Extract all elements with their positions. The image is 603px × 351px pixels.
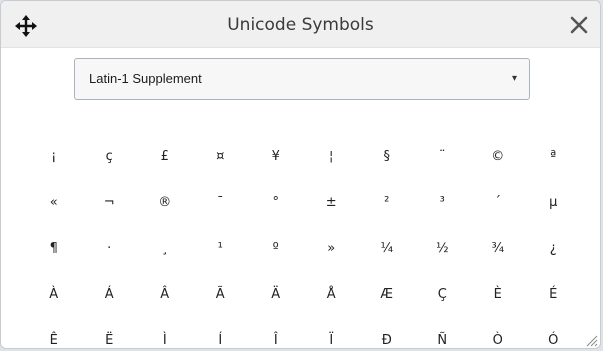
symbol-cell[interactable]: ¼	[359, 225, 415, 271]
symbol-cell[interactable]: ¡	[26, 133, 82, 179]
symbol-cell[interactable]: Ð	[359, 317, 415, 348]
symbol-cell[interactable]: Ò	[470, 317, 526, 348]
symbol-cell[interactable]: Å	[304, 271, 360, 317]
chevron-down-icon: ▾	[511, 73, 517, 84]
symbol-cell[interactable]: ¿	[526, 225, 582, 271]
symbol-cell[interactable]: Ã	[193, 271, 249, 317]
symbol-cell[interactable]: Ï	[304, 317, 360, 348]
symbol-cell[interactable]: Á	[82, 271, 138, 317]
symbol-cell[interactable]: Ê	[26, 317, 82, 348]
symbol-cell[interactable]: °	[248, 179, 304, 225]
symbol-cell[interactable]: ¨	[415, 133, 471, 179]
symbol-cell[interactable]: ¬	[82, 179, 138, 225]
symbol-cell[interactable]: »	[304, 225, 360, 271]
symbol-cell[interactable]: §	[359, 133, 415, 179]
symbol-cell[interactable]: ¸	[137, 225, 193, 271]
symbol-cell[interactable]: ¤	[193, 133, 249, 179]
symbol-cell[interactable]: Æ	[359, 271, 415, 317]
symbol-cell[interactable]: ½	[415, 225, 471, 271]
symbol-cell[interactable]: ¹	[193, 225, 249, 271]
dialog-title: Unicode Symbols	[227, 15, 374, 35]
symbol-grid: ¡ ç £ ¤ ¥ ¦ § ¨ © ª «¬ ® ¯ ° ± ² ³ ´ µ ¶ · ¸ ¹ º» ¼ ½ ¾ ¿ À Á Â Ã Ä Å Æ Ç È É…	[26, 133, 582, 348]
symbol-cell[interactable]: É	[526, 271, 582, 317]
symbol-cell[interactable]: ®	[137, 179, 193, 225]
symbol-cell[interactable]: Ñ	[415, 317, 471, 348]
resize-grip-icon[interactable]	[584, 332, 598, 347]
symbol-cell[interactable]: È	[470, 271, 526, 317]
symbol-cell[interactable]: Ì	[137, 317, 193, 348]
symbol-cell[interactable]: Î	[248, 317, 304, 348]
symbol-cell[interactable]: «	[26, 179, 82, 225]
symbol-cell[interactable]: ©	[470, 133, 526, 179]
unicode-block-select[interactable]: Latin-1 Supplement ▾	[74, 58, 530, 100]
symbol-cell[interactable]: Í	[193, 317, 249, 348]
symbol-cell[interactable]: Ó	[526, 317, 582, 348]
unicode-symbols-dialog: Unicode Symbols Latin-1 Supplement ▾ ¡ ç £…	[0, 0, 601, 349]
symbol-cell[interactable]: À	[26, 271, 82, 317]
symbol-cell[interactable]: Ë	[82, 317, 138, 348]
symbol-cell[interactable]: ·	[82, 225, 138, 271]
symbol-cell[interactable]: ç	[82, 133, 138, 179]
symbol-cell[interactable]: ²	[359, 179, 415, 225]
symbol-cell[interactable]: ¥	[248, 133, 304, 179]
symbol-cell[interactable]: Ç	[415, 271, 471, 317]
symbol-cell[interactable]: £	[137, 133, 193, 179]
symbol-cell[interactable]: ¶	[26, 225, 82, 271]
symbol-cell[interactable]: ³	[415, 179, 471, 225]
symbol-cell[interactable]: º	[248, 225, 304, 271]
dialog-titlebar[interactable]: Unicode Symbols	[1, 1, 600, 48]
symbol-cell[interactable]: µ	[526, 179, 582, 225]
symbol-cell[interactable]: ª	[526, 133, 582, 179]
symbol-cell[interactable]: Ä	[248, 271, 304, 317]
symbol-cell[interactable]: ¯	[193, 179, 249, 225]
symbol-cell[interactable]: ±	[304, 179, 360, 225]
unicode-block-selected: Latin-1 Supplement	[89, 71, 202, 86]
symbol-cell[interactable]: ¦	[304, 133, 360, 179]
symbol-cell[interactable]: ´	[470, 179, 526, 225]
symbol-cell[interactable]: ¾	[470, 225, 526, 271]
symbol-cell[interactable]: Â	[137, 271, 193, 317]
close-icon[interactable]	[570, 16, 588, 34]
